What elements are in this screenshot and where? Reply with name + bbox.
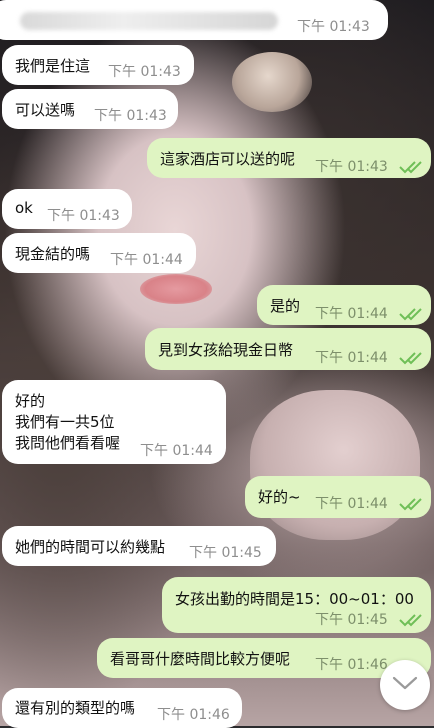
message-bubble-incoming[interactable]: 現金結的嗎 下午 01:44 xyxy=(2,233,196,273)
message-time: 下午 01:44 xyxy=(140,443,213,459)
message-bubble-incoming[interactable]: 可以送嗎 下午 01:43 xyxy=(2,89,178,129)
message-time: 下午 01:44 xyxy=(315,306,388,322)
message-text: 她們的時間可以約幾點 xyxy=(15,538,166,556)
message-bubble-incoming[interactable]: 她們的時間可以約幾點 下午 01:45 xyxy=(2,526,276,566)
message-text: 我們是住這 xyxy=(15,57,91,75)
message-time: 下午 01:43 xyxy=(94,108,167,124)
redacted-text xyxy=(20,12,278,30)
message-time: 下午 01:43 xyxy=(108,64,181,80)
message-time: 下午 01:46 xyxy=(157,707,230,723)
double-check-icon xyxy=(399,351,425,365)
message-time: 下午 01:43 xyxy=(297,19,370,35)
message-text-line: 好的 xyxy=(15,392,46,410)
message-bubble-outgoing[interactable]: 這家酒店可以送的呢 下午 01:43 xyxy=(147,138,431,178)
double-check-icon xyxy=(399,160,425,174)
message-bubble-outgoing[interactable]: 看哥哥什麼時間比較方便呢 下午 01:46 xyxy=(97,638,431,678)
message-text-line: 我問他們看看喔 xyxy=(15,434,121,452)
double-check-icon xyxy=(399,307,425,321)
message-time: 下午 01:43 xyxy=(315,159,388,175)
message-bubble-incoming[interactable]: 下午 01:43 xyxy=(0,0,388,40)
message-bubble-outgoing[interactable]: 好的~ 下午 01:44 xyxy=(245,476,431,518)
message-bubble-outgoing[interactable]: 女孩出勤的時間是15：00~01：00 下午 01:45 xyxy=(162,577,431,633)
message-text-line: 我們有一共5位 xyxy=(15,413,115,431)
message-text: 這家酒店可以送的呢 xyxy=(160,150,296,168)
message-text: ok xyxy=(15,199,33,217)
message-time: 下午 01:46 xyxy=(315,657,388,673)
message-time: 下午 01:44 xyxy=(110,252,183,268)
message-bubble-incoming[interactable]: ok 下午 01:43 xyxy=(2,189,132,229)
scroll-to-bottom-button[interactable] xyxy=(380,660,430,710)
message-bubble-incoming[interactable]: 我們是住這 下午 01:43 xyxy=(2,45,194,85)
message-text: 好的~ xyxy=(258,488,301,506)
message-time: 下午 01:45 xyxy=(189,545,262,561)
message-bubble-outgoing[interactable]: 是的 下午 01:44 xyxy=(257,285,431,325)
message-time: 下午 01:44 xyxy=(315,350,388,366)
background-photo-lips xyxy=(140,274,212,304)
double-check-icon xyxy=(399,497,425,511)
message-text: 見到女孩給現金日幣 xyxy=(158,341,294,359)
message-bubble-incoming[interactable]: 還有別的類型的嗎 下午 01:46 xyxy=(2,688,242,728)
message-time: 下午 01:45 xyxy=(315,612,388,628)
message-text: 女孩出勤的時間是15：00~01：00 xyxy=(175,590,414,608)
message-text: 看哥哥什麼時間比較方便呢 xyxy=(110,650,291,668)
message-text: 是的 xyxy=(270,297,301,315)
message-text: 可以送嗎 xyxy=(15,101,76,119)
double-check-icon xyxy=(399,613,425,627)
message-bubble-outgoing[interactable]: 見到女孩給現金日幣 下午 01:44 xyxy=(145,328,431,370)
message-bubble-incoming[interactable]: 好的 我們有一共5位 我問他們看看喔 下午 01:44 xyxy=(2,380,226,464)
background-photo-hair-clip xyxy=(232,52,312,112)
message-time: 下午 01:43 xyxy=(47,208,120,224)
message-text: 還有別的類型的嗎 xyxy=(15,699,136,717)
message-time: 下午 01:44 xyxy=(315,496,388,512)
message-text: 現金結的嗎 xyxy=(15,245,91,263)
chevron-down-icon xyxy=(392,675,418,695)
